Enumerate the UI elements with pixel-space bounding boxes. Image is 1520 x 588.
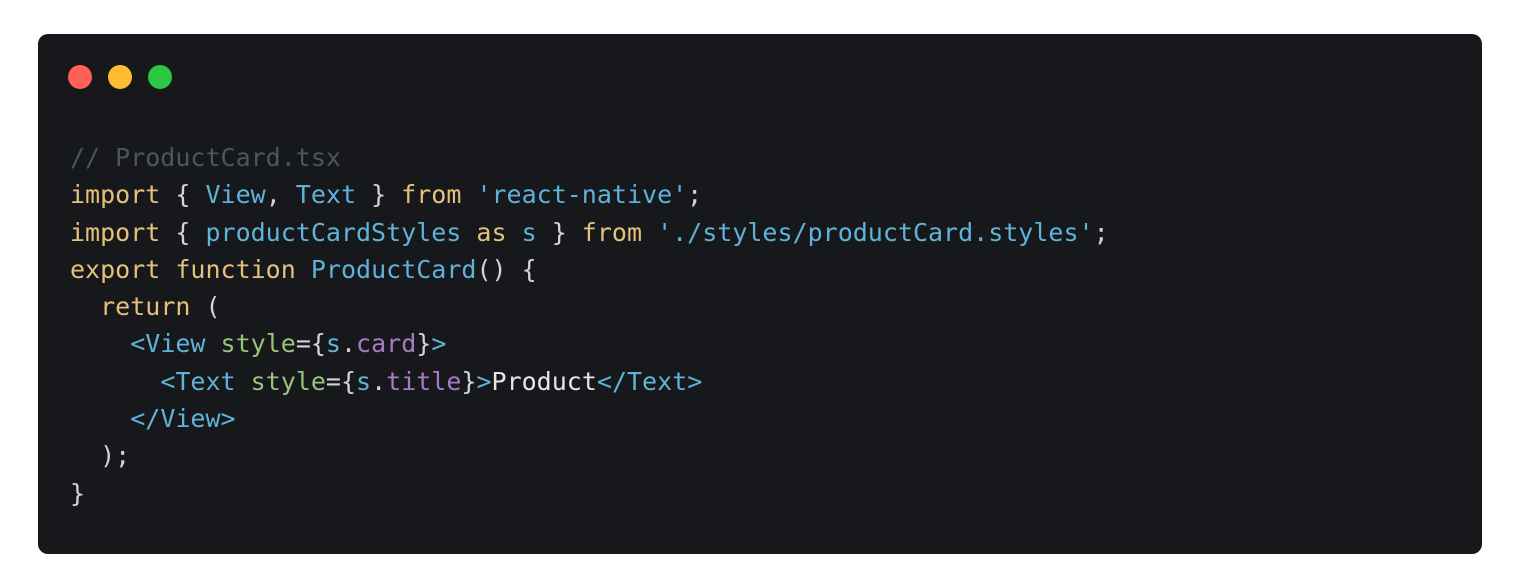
code-token-ident: productCardStyles	[205, 217, 462, 247]
code-token-punct: );	[70, 441, 131, 471]
traffic-lights	[68, 65, 172, 89]
code-token-ident: Text	[295, 180, 357, 210]
code-line: export function ProductCard() {	[70, 251, 1109, 288]
code-token-punct	[70, 367, 160, 396]
code-token-comment: // ProductCard.tsx	[70, 143, 341, 172]
code-token-string: 'react-native'	[476, 180, 688, 210]
code-token-keyword: export	[70, 254, 161, 284]
code-token-keyword: as	[476, 217, 507, 247]
code-line: </View>	[70, 400, 1109, 437]
code-token-punct: ={	[295, 329, 326, 359]
code-line: );	[70, 437, 1109, 474]
code-token-punct	[70, 329, 130, 358]
code-line: <View style={s.card}>	[70, 325, 1109, 362]
code-token-ident: s	[521, 217, 537, 247]
code-token-prop: card	[356, 329, 417, 359]
code-token-ident: s	[356, 366, 372, 396]
code-token-tag: <Text	[160, 366, 236, 396]
close-icon[interactable]	[68, 65, 92, 89]
code-token-punct	[642, 218, 657, 247]
code-token-prop: title	[386, 366, 462, 396]
code-token-keyword: import	[70, 217, 161, 247]
code-token-punct: () {	[476, 254, 537, 284]
code-token-punct	[205, 329, 220, 358]
code-token-keyword: from	[581, 217, 643, 247]
code-token-punct: }	[416, 329, 432, 359]
code-token-punct: {	[160, 217, 206, 247]
code-token-keyword: return	[100, 292, 191, 322]
code-token-punct: (	[190, 292, 221, 322]
code-token-punct: ;	[687, 180, 703, 210]
code-token-punct	[461, 180, 476, 209]
code-token-punct: }	[536, 217, 582, 247]
code-token-ident: View	[205, 180, 266, 210]
zoom-icon[interactable]	[148, 65, 172, 89]
code-line: }	[70, 475, 1109, 512]
code-block: // ProductCard.tsx import { View, Text } …	[70, 139, 1109, 512]
code-token-punct	[160, 255, 175, 284]
code-token-punct: ;	[1093, 217, 1109, 247]
code-line: return (	[70, 288, 1109, 325]
code-line: import { productCardStyles as s } from '…	[70, 214, 1109, 251]
code-token-ident: s	[325, 329, 341, 359]
code-token-keyword: import	[70, 180, 161, 210]
code-token-punct: ,	[265, 180, 296, 210]
code-line: import { View, Text } from 'react-native…	[70, 176, 1109, 213]
code-token-punct	[461, 218, 476, 247]
code-token-punct	[507, 218, 522, 247]
code-token-tag: >	[476, 366, 492, 396]
code-token-punct	[70, 404, 130, 433]
code-token-punct: {	[160, 180, 206, 210]
code-token-punct: }	[70, 478, 86, 508]
code-token-punct	[236, 367, 251, 396]
code-token-fn: ProductCard	[310, 254, 477, 284]
code-line: <Text style={s.title}>Product</Text>	[70, 363, 1109, 400]
code-token-tag: >	[431, 329, 447, 359]
code-token-attr: style	[220, 329, 296, 359]
code-token-string: './styles/productCard.styles'	[657, 217, 1094, 247]
code-token-tag: <View	[130, 329, 206, 359]
code-token-punct: .	[340, 329, 357, 359]
code-token-punct: }	[461, 366, 477, 396]
code-token-punct: ={	[325, 366, 357, 396]
code-line: // ProductCard.tsx	[70, 139, 1109, 176]
code-token-tag: </Text>	[596, 366, 703, 396]
code-token-punct	[296, 255, 311, 284]
code-token-keyword: from	[401, 180, 462, 210]
code-token-attr: style	[250, 366, 326, 396]
code-token-text: Product	[491, 366, 597, 396]
code-token-keyword: function	[175, 254, 296, 284]
code-token-punct	[70, 292, 100, 321]
code-token-punct: .	[371, 366, 387, 396]
code-window: // ProductCard.tsx import { View, Text } …	[38, 34, 1482, 554]
code-token-punct: }	[356, 180, 402, 210]
code-token-tag: </View>	[130, 404, 236, 434]
minimize-icon[interactable]	[108, 65, 132, 89]
